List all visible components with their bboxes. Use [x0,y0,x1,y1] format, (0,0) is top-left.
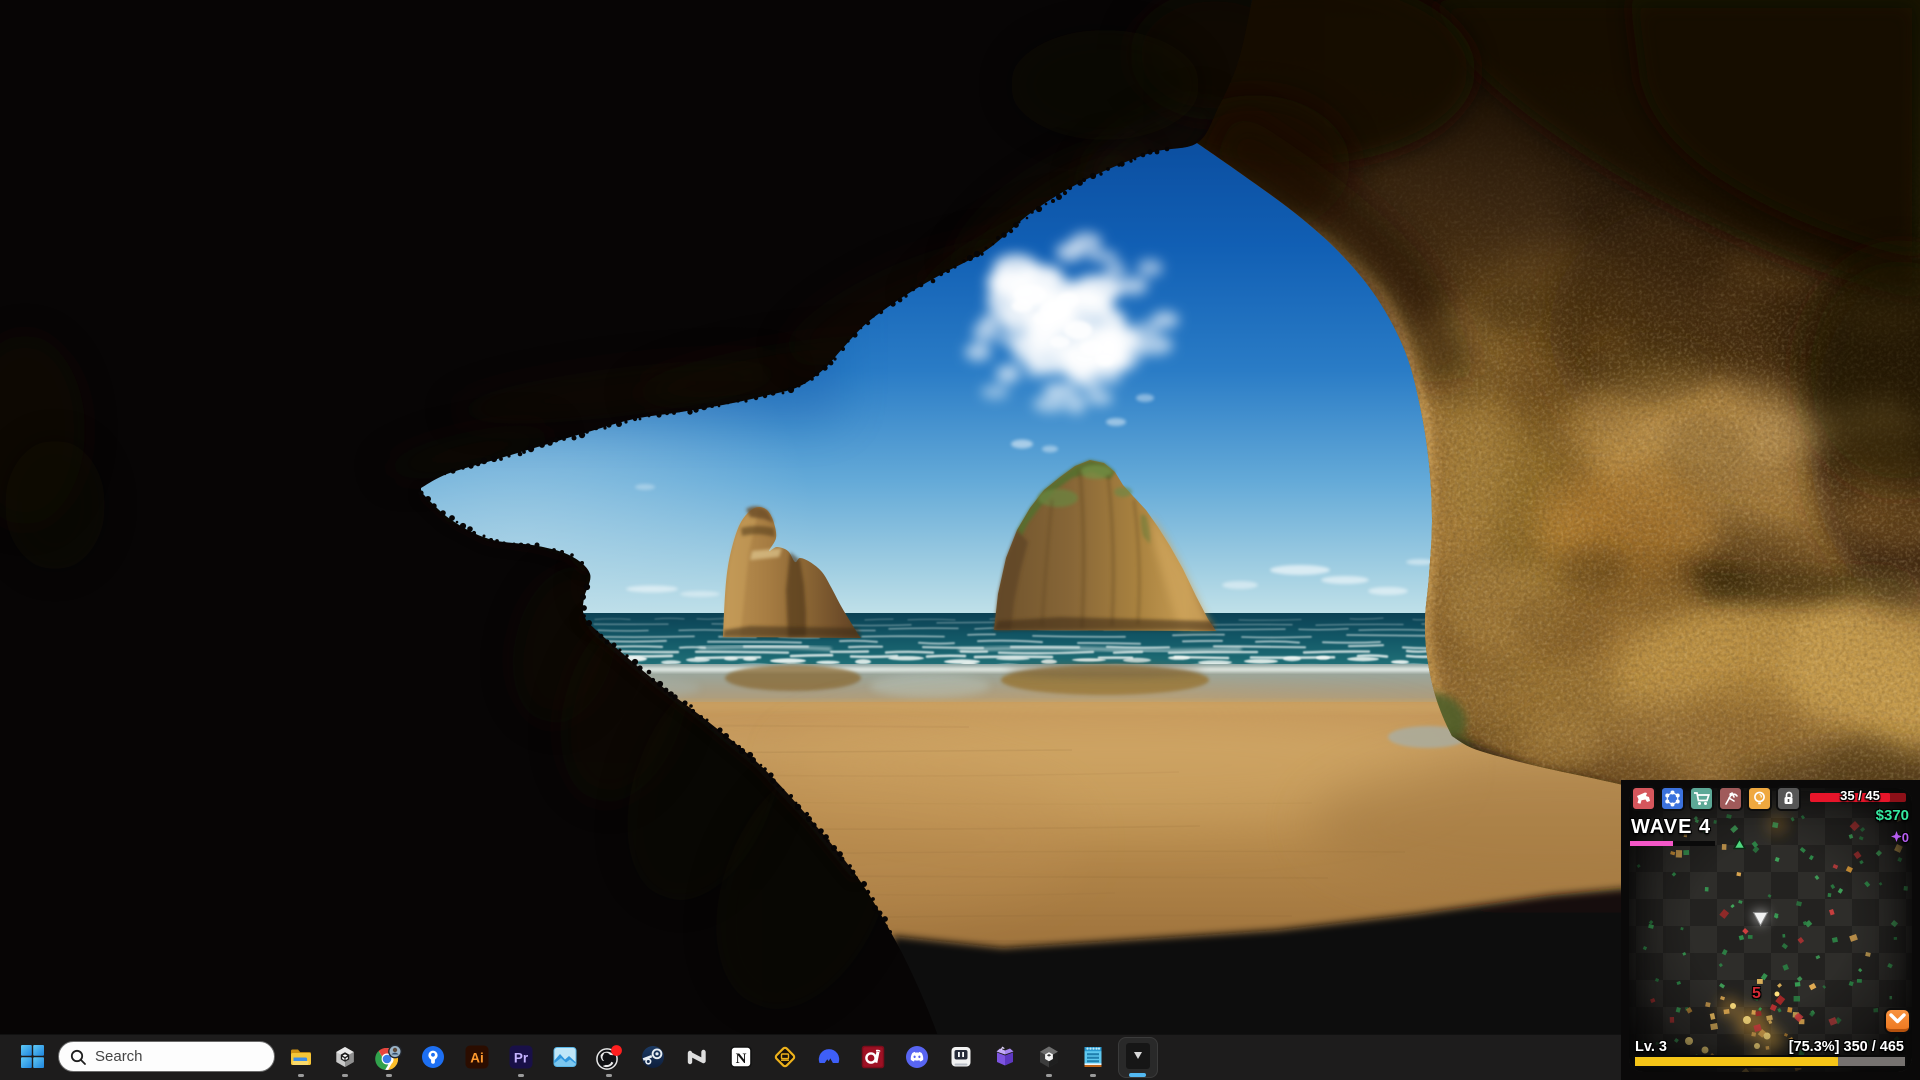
svg-text:N: N [736,1051,747,1067]
svg-text:Ai: Ai [470,1051,484,1066]
svg-text:Pr: Pr [514,1051,529,1066]
